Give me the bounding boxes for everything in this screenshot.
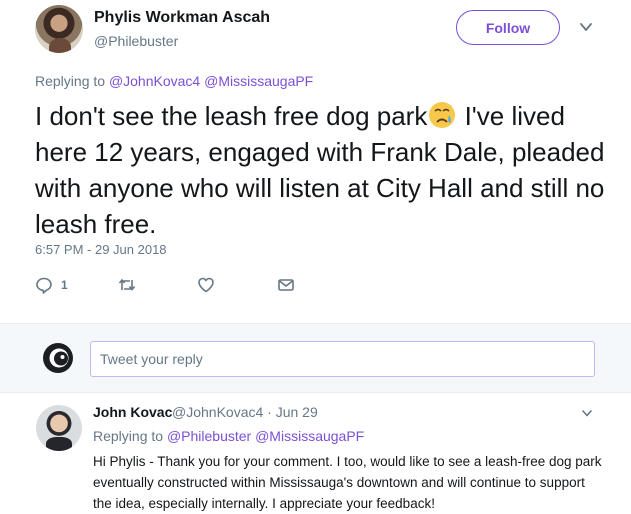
tweet-timestamp[interactable]: 6:57 PM - 29 Jun 2018 [35, 242, 167, 257]
heart-icon [198, 277, 214, 293]
reply-tweet: John Kovac @JohnKovac4 · Jun 29 Replying… [0, 393, 631, 514]
reply-count: 1 [61, 278, 68, 292]
tweet-text-part: I don't see the leash free dog park [35, 101, 428, 131]
follow-button[interactable]: Follow [456, 10, 560, 45]
mention-link[interactable]: @MississaugaPF [255, 428, 364, 444]
tweet-text: I don't see the leash free dog park I've… [35, 98, 605, 242]
direct-message-button[interactable] [277, 274, 295, 296]
reply-author-avatar[interactable] [36, 405, 82, 451]
main-tweet: Phylis Workman Ascah @Philebuster Follow… [0, 0, 631, 323]
retweet-icon [118, 278, 136, 291]
user-avatar-icon[interactable] [42, 342, 74, 374]
reply-compose-bar: Tweet your reply [0, 323, 631, 393]
reply-text: Hi Phylis - Thank you for your comment. … [93, 454, 602, 511]
author-avatar[interactable] [35, 5, 83, 53]
author-name[interactable]: Phylis Workman Ascah [94, 9, 270, 27]
replying-to-line: Replying to @JohnKovac4 @MississaugaPF [35, 73, 313, 89]
retweet-button[interactable] [118, 274, 136, 296]
mention-link[interactable]: @MississaugaPF [204, 73, 313, 89]
replying-to-label: Replying to [35, 73, 106, 89]
reply-button[interactable]: 1 [35, 274, 68, 296]
author-handle[interactable]: @Philebuster [94, 33, 178, 49]
reply-author-name[interactable]: John Kovac [93, 404, 172, 420]
reply-replying-to-line: Replying to @Philebuster @MississaugaPF [93, 428, 364, 444]
reply-author-meta[interactable]: @JohnKovac4 · Jun 29 [172, 404, 318, 420]
like-button[interactable] [197, 274, 215, 296]
reply-input[interactable]: Tweet your reply [90, 341, 595, 377]
mention-link[interactable]: @JohnKovac4 [109, 73, 200, 89]
chevron-down-icon[interactable] [581, 407, 593, 419]
replying-to-label: Replying to [93, 428, 164, 444]
mention-link[interactable]: @Philebuster [167, 428, 251, 444]
crying-face-emoji-icon [429, 102, 456, 128]
chevron-down-icon[interactable] [579, 20, 593, 34]
reply-icon [36, 277, 52, 294]
envelope-icon [278, 279, 294, 291]
